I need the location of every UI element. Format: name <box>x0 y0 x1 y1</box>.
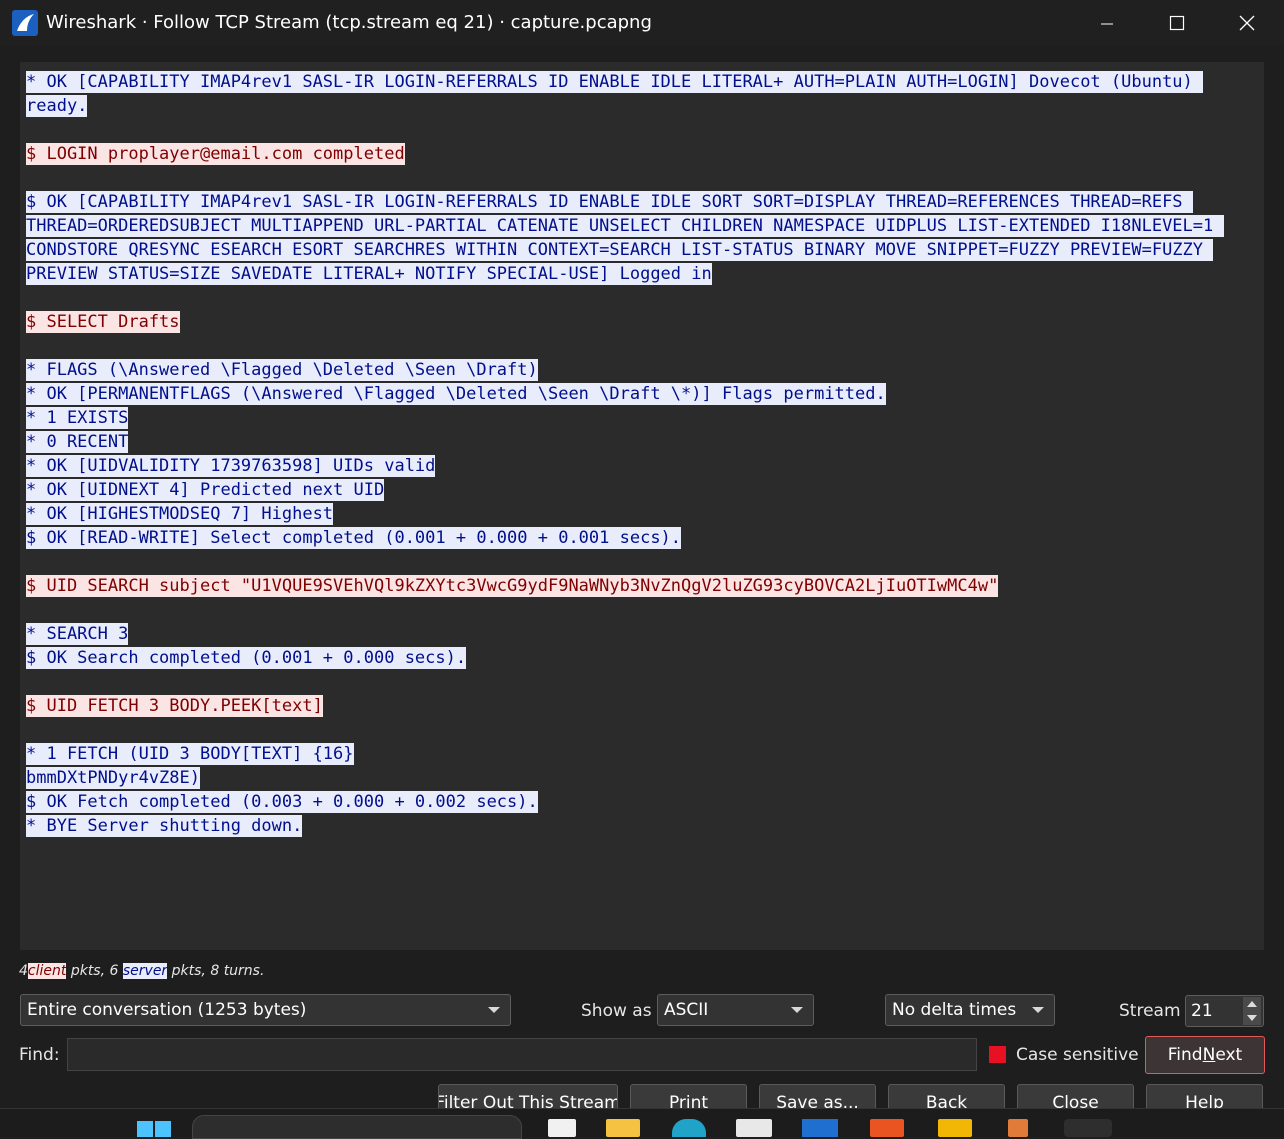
show-as-select[interactable]: ASCII <box>657 994 814 1026</box>
delta-select[interactable]: No delta times <box>885 994 1055 1026</box>
pencil-icon[interactable] <box>1008 1119 1028 1137</box>
server-segment: * SEARCH 3 $ OK Search completed (0.001 … <box>26 622 1252 670</box>
taskbar <box>0 1108 1284 1139</box>
search-box[interactable] <box>192 1115 522 1139</box>
mnemonic-letter: N <box>1202 1045 1216 1065</box>
server-text: * SEARCH 3 $ OK Search completed (0.001 … <box>26 623 467 669</box>
server-text: * OK [CAPABILITY IMAP4rev1 SASL-IR LOGIN… <box>26 71 1204 117</box>
server-label: server <box>122 963 168 979</box>
app-icon[interactable] <box>802 1119 838 1137</box>
server-text: * FLAGS (\Answered \Flagged \Deleted \Se… <box>26 359 886 549</box>
store-icon[interactable] <box>736 1119 772 1137</box>
client-text: $ UID FETCH 3 BODY.PEEK[text] <box>26 695 323 717</box>
folder-icon[interactable] <box>606 1119 640 1137</box>
arrow-down-icon <box>1247 1015 1257 1021</box>
chevron-down-icon <box>791 1007 803 1013</box>
spin-down-button[interactable] <box>1243 1011 1261 1025</box>
stream-content-pane[interactable]: * OK [CAPABILITY IMAP4rev1 SASL-IR LOGIN… <box>20 62 1264 950</box>
paint-icon[interactable] <box>938 1119 972 1137</box>
chevron-down-icon <box>1032 1007 1044 1013</box>
server-text: $ OK [CAPABILITY IMAP4rev1 SASL-IR LOGIN… <box>26 191 1224 285</box>
minimize-icon <box>1101 23 1113 25</box>
show-as-value: ASCII <box>664 1000 709 1020</box>
chevron-down-icon <box>488 1007 500 1013</box>
server-segment: * OK [CAPABILITY IMAP4rev1 SASL-IR LOGIN… <box>26 70 1252 118</box>
stats-tail: pkts, 8 turns. <box>167 963 265 979</box>
server-segment: * FLAGS (\Answered \Flagged \Deleted \Se… <box>26 358 1252 550</box>
stream-text: * OK [CAPABILITY IMAP4rev1 SASL-IR LOGIN… <box>26 70 1252 862</box>
ubuntu-icon[interactable] <box>870 1119 904 1137</box>
server-segment: * 1 FETCH (UID 3 BODY[TEXT] {16} bmmDXtP… <box>26 742 1252 838</box>
windows-start-icon[interactable] <box>136 1119 172 1137</box>
close-window-button[interactable] <box>1212 0 1282 46</box>
find-next-button[interactable]: Find Next <box>1145 1036 1265 1074</box>
maximize-button[interactable] <box>1142 0 1212 46</box>
packet-stats: 4client pkts, 6 server pkts, 8 turns. <box>19 963 264 979</box>
wireshark-fin-icon <box>12 10 38 36</box>
client-segment: $ LOGIN proplayer@email.com completed <box>26 142 1252 166</box>
spin-up-button[interactable] <box>1243 997 1261 1011</box>
client-segment: $ UID SEARCH subject "U1VQUE9SVEhVQl9kZX… <box>26 574 1252 598</box>
arrow-up-icon <box>1247 1001 1257 1007</box>
show-as-label: Show as <box>581 1001 652 1021</box>
case-sensitive-label: Case sensitive <box>1016 1045 1139 1065</box>
find-label: Find: <box>19 1045 60 1065</box>
close-icon <box>1239 15 1255 31</box>
client-text: $ LOGIN proplayer@email.com completed <box>26 143 405 165</box>
conversation-select[interactable]: Entire conversation (1253 bytes) <box>20 994 511 1026</box>
client-count: 4 <box>19 963 28 979</box>
stream-number: 21 <box>1191 1001 1213 1021</box>
file-icon[interactable] <box>548 1119 576 1137</box>
edge-icon[interactable] <box>672 1119 706 1137</box>
delta-value: No delta times <box>892 1000 1017 1020</box>
wireshark-icon[interactable] <box>1064 1119 1112 1137</box>
client-text: $ UID SEARCH subject "U1VQUE9SVEhVQl9kZX… <box>26 575 999 597</box>
maximize-icon <box>1169 15 1185 31</box>
server-text: * 1 FETCH (UID 3 BODY[TEXT] {16} bmmDXtP… <box>26 743 538 837</box>
conversation-value: Entire conversation (1253 bytes) <box>27 1000 307 1020</box>
find-input[interactable] <box>67 1038 977 1071</box>
case-sensitive-checkbox[interactable] <box>989 1046 1006 1063</box>
minimize-button[interactable] <box>1072 0 1142 46</box>
server-segment: $ OK [CAPABILITY IMAP4rev1 SASL-IR LOGIN… <box>26 190 1252 286</box>
client-label: client <box>27 963 67 979</box>
stream-spinbox[interactable]: 21 <box>1185 995 1264 1027</box>
title-bar: Wireshark · Follow TCP Stream (tcp.strea… <box>0 0 1284 46</box>
window-title: Wireshark · Follow TCP Stream (tcp.strea… <box>46 12 652 33</box>
stream-label: Stream <box>1119 1001 1181 1021</box>
stats-separator: pkts, 6 <box>66 963 123 979</box>
client-segment: $ UID FETCH 3 BODY.PEEK[text] <box>26 694 1252 718</box>
client-segment: $ SELECT Drafts <box>26 310 1252 334</box>
client-text: $ SELECT Drafts <box>26 311 180 333</box>
